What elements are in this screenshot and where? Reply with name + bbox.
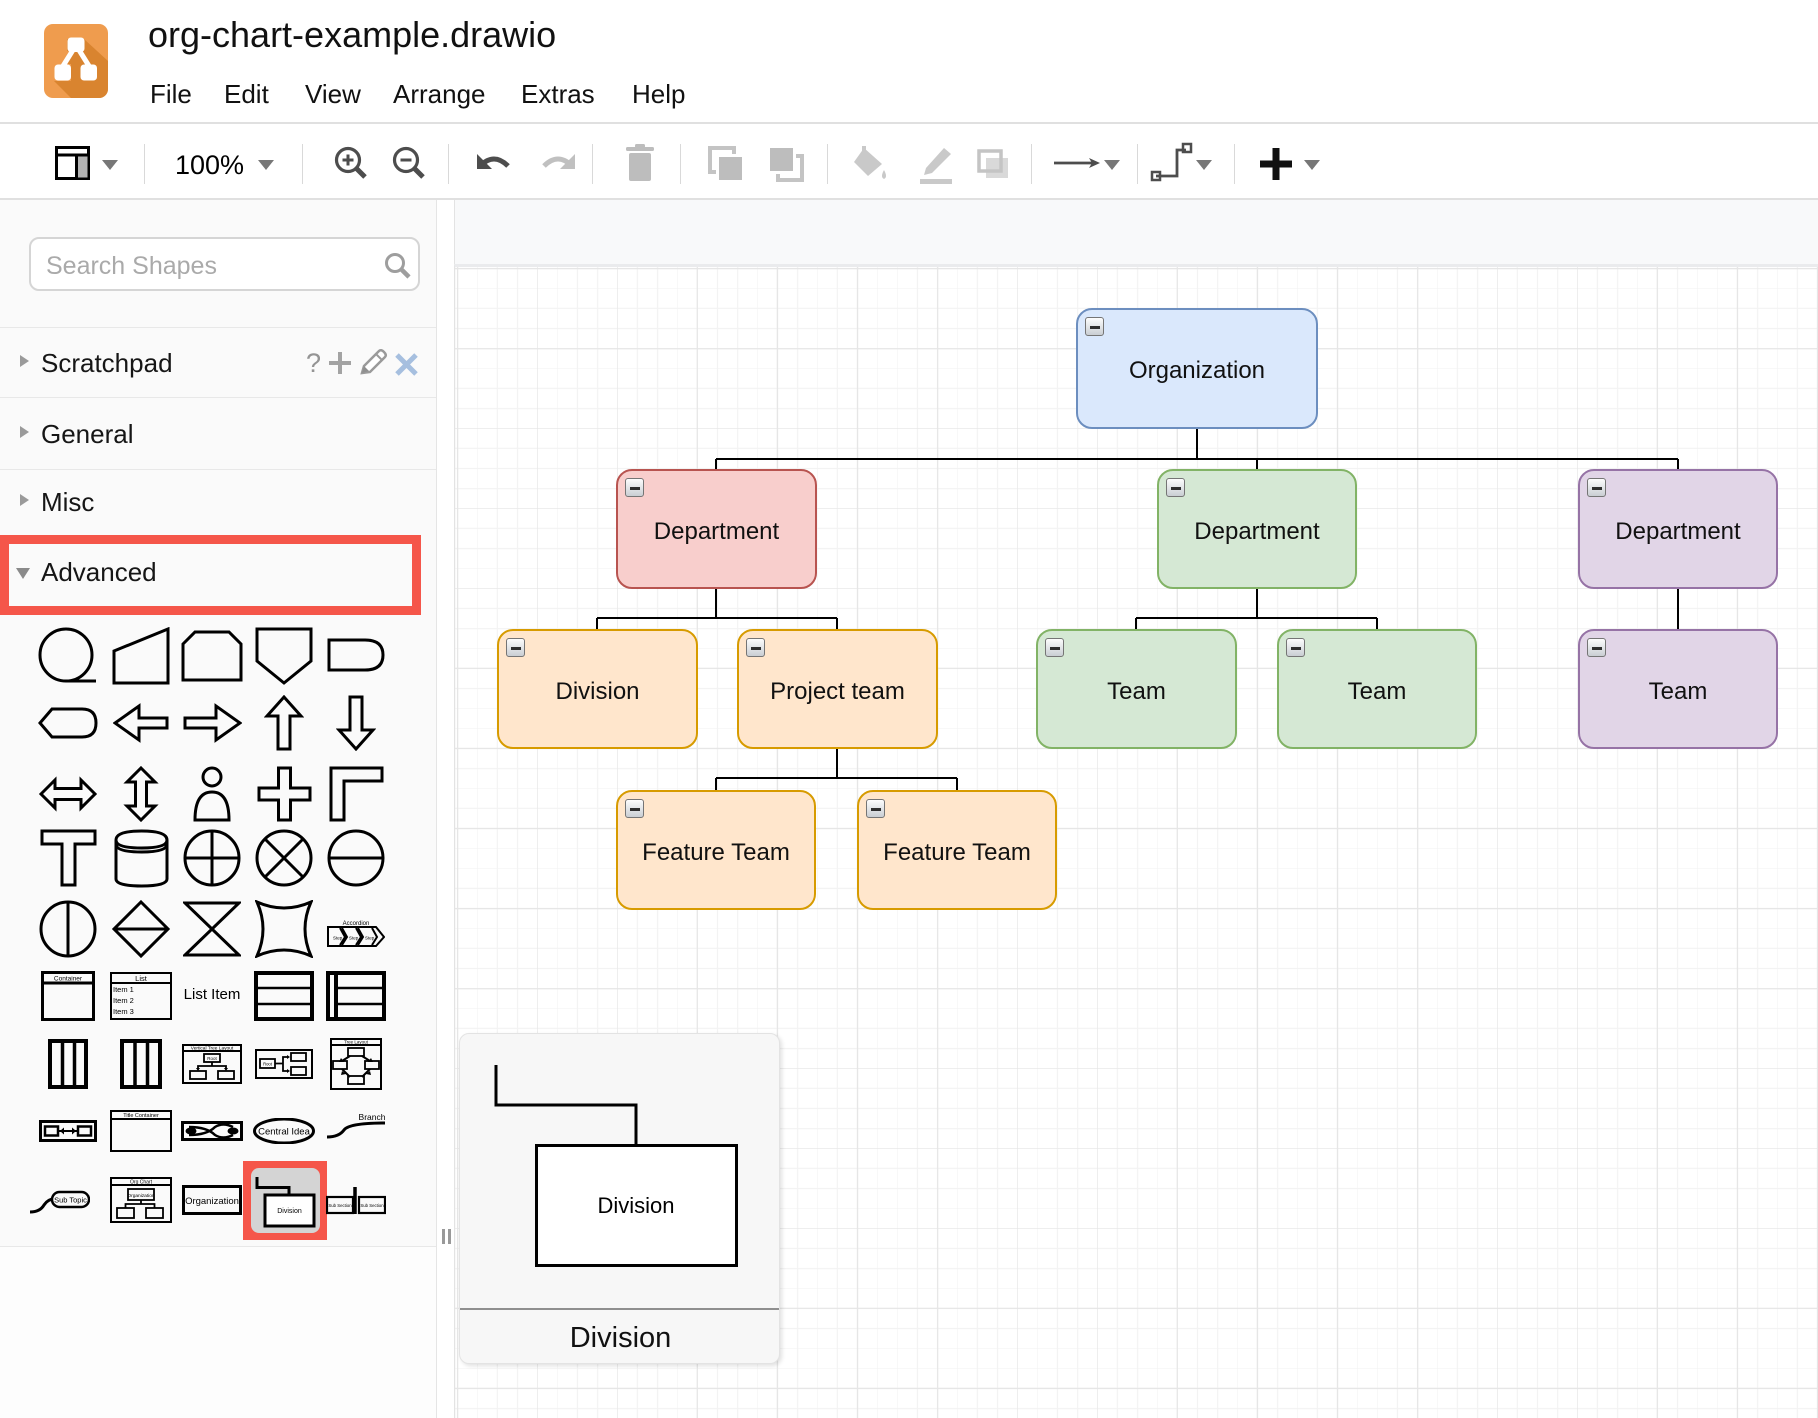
svg-text:Root: Root [207,1056,217,1061]
svg-text:Division: Division [277,1208,302,1215]
svg-text:Organization: Organization [185,1196,239,1207]
svg-text:Container: Container [54,976,83,983]
svg-text:Step: Step [333,936,343,941]
svg-text:Root: Root [263,1062,273,1067]
svg-text:List: List [135,974,148,983]
svg-text:Item 2: Item 2 [113,996,134,1005]
svg-text:Title Container: Title Container [123,1113,159,1119]
svg-text:Tree Layout: Tree Layout [344,1040,369,1045]
svg-text:Sub Section: Sub Section [360,1203,384,1208]
svg-text:Vertical Tree Layout: Vertical Tree Layout [191,1046,234,1052]
svg-text:Central Idea: Central Idea [258,1127,310,1138]
svg-text:Step: Step [349,936,359,941]
svg-text:Item 3: Item 3 [113,1007,134,1016]
svg-text:Org Chart: Org Chart [130,1180,153,1186]
svg-text:Organization: Organization [127,1193,155,1199]
svg-text:Branch: Branch [359,1112,386,1122]
svg-text:Sub Topic: Sub Topic [54,1196,87,1205]
svg-text:Sub Section: Sub Section [328,1203,352,1208]
svg-text:Item 1: Item 1 [113,985,134,994]
svg-text:Division: Division [597,1193,674,1218]
svg-text:Step: Step [365,936,375,941]
